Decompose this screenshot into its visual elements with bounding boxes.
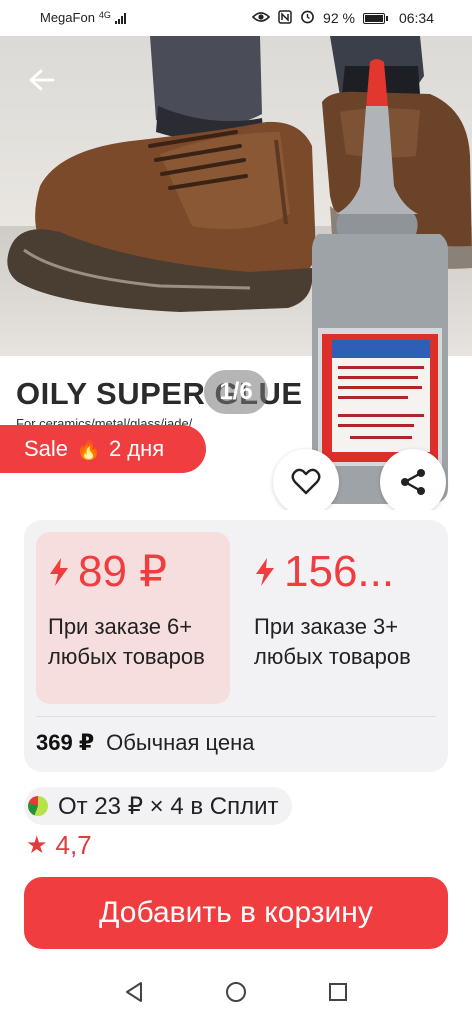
sale-label: Sale [24,436,69,461]
fire-icon: 🔥 [76,438,101,461]
clock: 06:34 [398,10,434,26]
nav-home-button[interactable] [224,980,248,1004]
product-image-carousel[interactable]: OILY SUPER GLUE For ceramics/metal/glass… [0,36,472,510]
alarm-icon [300,9,315,27]
regular-price-row: 369 ₽ Обычная цена [36,730,255,756]
regular-price-label: Обычная цена [106,730,255,755]
carrier-name: MegaFon [40,10,95,25]
home-circle-icon [226,982,246,1002]
regular-price: 369 ₽ [36,730,95,755]
sale-days: 2 дня [108,436,165,461]
image-page-counter: 1/6 [204,370,268,414]
tier-price: 89 ₽ [48,546,230,598]
battery-icon [362,12,388,24]
price-tier-3-plus[interactable]: 156... При заказе 3+ любых товаров [242,532,436,704]
back-triangle-icon [126,982,142,1002]
price-tier-6-plus[interactable]: 89 ₽ При заказе 6+ любых товаров [36,532,230,704]
system-nav-bar [0,960,472,1024]
tier-price-value: 89 ₽ [78,547,168,596]
sale-badge: Sale 🔥 2 дня [0,425,206,473]
eye-icon [251,10,271,26]
lightning-icon [50,558,68,586]
price-card: 89 ₽ При заказе 6+ любых товаров 156... … [24,520,448,772]
recents-square-icon [329,983,347,1001]
signal-icon [114,12,126,24]
nav-back-button[interactable] [122,980,146,1004]
battery-percent: 92 % [323,10,355,26]
heart-icon [291,468,321,495]
tier-condition: При заказе 3+ любых товаров [254,614,411,669]
status-bar: MegaFon 4G 92 % 06:34 [0,0,472,36]
tier-price: 156... [254,546,436,598]
divider [36,716,436,717]
back-button[interactable] [22,60,62,100]
split-installment-pill[interactable]: От 23 ₽ × 4 в Сплит [24,787,293,825]
favorite-button[interactable] [273,449,339,510]
share-button[interactable] [380,449,446,510]
tier-price-value: 156... [284,547,395,596]
lightning-icon [256,558,274,586]
rating[interactable]: ★ 4,7 [26,830,92,861]
battery-level [364,14,384,22]
star-icon: ★ [26,832,48,859]
tier-condition: При заказе 6+ любых товаров [48,614,205,669]
nav-recents-button[interactable] [326,980,350,1004]
nfc-icon [278,9,292,27]
status-right: 92 % 06:34 [251,9,434,27]
split-logo-icon [28,796,48,816]
add-to-cart-button[interactable]: Добавить в корзину [24,877,448,949]
share-icon [401,469,425,495]
network-type: 4G [98,9,111,20]
rating-value: 4,7 [55,830,92,860]
split-text: От 23 ₽ × 4 в Сплит [58,792,279,820]
back-arrow-icon [29,69,55,91]
status-left: MegaFon 4G [40,10,126,25]
